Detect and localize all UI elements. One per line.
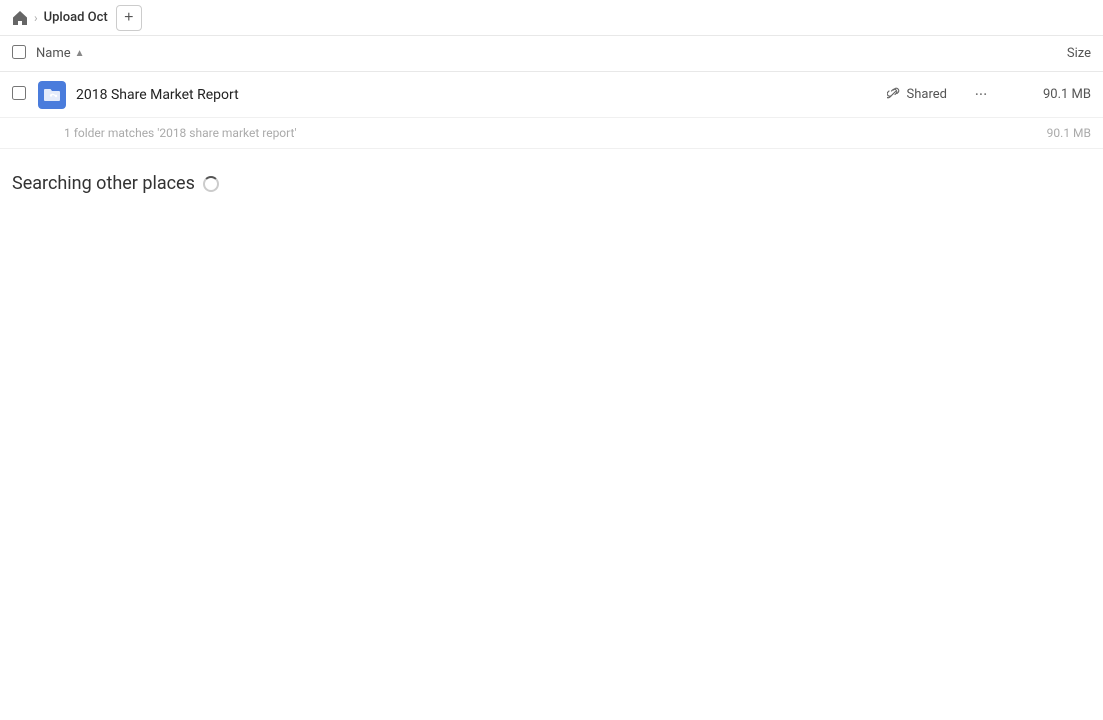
sort-arrow-icon: ▲	[75, 48, 85, 59]
folder-link-icon	[38, 81, 66, 109]
column-header-row: Name ▲ Size	[0, 36, 1103, 72]
file-checkbox-col	[12, 86, 36, 104]
more-options-button[interactable]: ···	[967, 81, 995, 109]
file-icon-container	[36, 79, 68, 111]
file-row[interactable]: 2018 Share Market Report Shared ··· 90.1…	[0, 72, 1103, 118]
select-all-checkbox[interactable]	[12, 45, 26, 59]
file-shared-area: Shared	[887, 86, 947, 104]
loading-spinner	[203, 176, 219, 192]
add-button[interactable]: +	[116, 5, 142, 31]
searching-text: Searching other places	[12, 173, 1091, 194]
header-checkbox-col	[12, 45, 36, 63]
name-column-header[interactable]: Name ▲	[36, 46, 1011, 61]
folder-matches-text: 1 folder matches '2018 share market repo…	[64, 126, 1011, 140]
more-icon: ···	[975, 85, 988, 104]
shared-label: Shared	[907, 87, 947, 102]
breadcrumb-bar: › Upload Oct +	[0, 0, 1103, 36]
searching-label: Searching other places	[12, 173, 195, 194]
breadcrumb-current-folder[interactable]: Upload Oct	[44, 10, 108, 25]
breadcrumb-chevron: ›	[34, 11, 38, 25]
size-column-header[interactable]: Size	[1011, 46, 1091, 61]
searching-section: Searching other places	[0, 149, 1103, 206]
link-icon	[887, 86, 901, 104]
home-button[interactable]	[12, 10, 28, 26]
file-size-label: 90.1 MB	[1011, 87, 1091, 102]
folder-matches-row: 1 folder matches '2018 share market repo…	[0, 118, 1103, 149]
name-column-label: Name	[36, 46, 71, 61]
file-name-label: 2018 Share Market Report	[76, 87, 887, 103]
file-checkbox[interactable]	[12, 86, 26, 100]
folder-matches-size: 90.1 MB	[1011, 126, 1091, 140]
